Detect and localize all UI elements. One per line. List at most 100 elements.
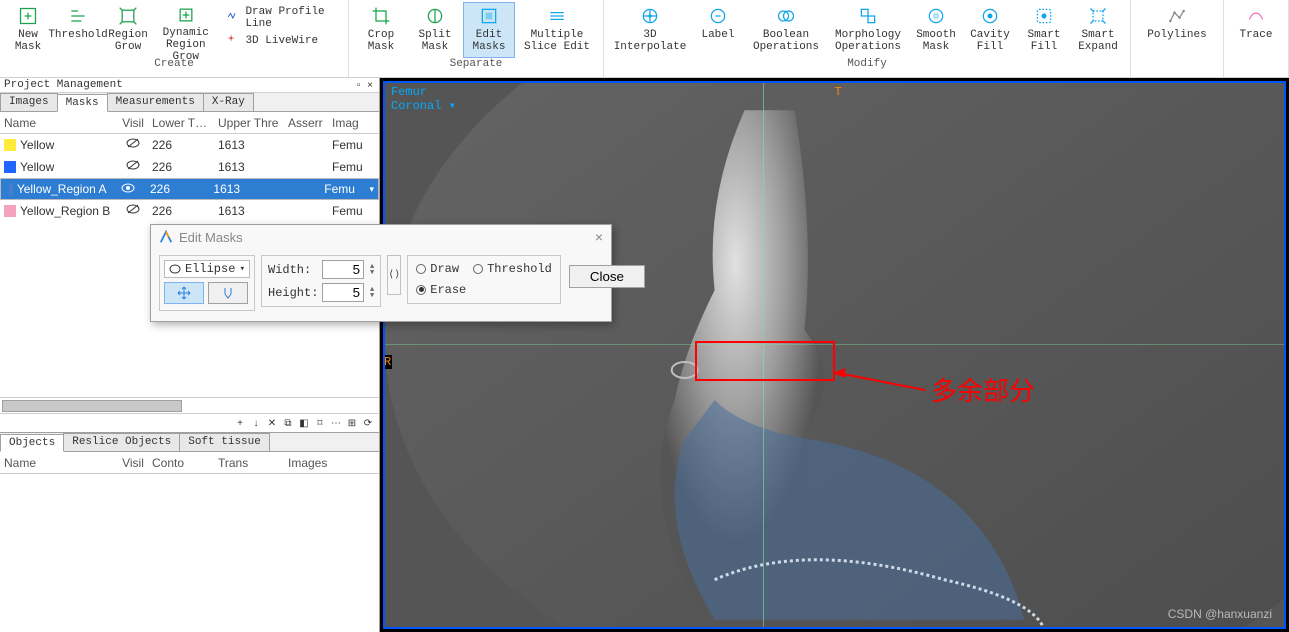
ribbon-label: Region Grow — [108, 29, 148, 53]
panel-tool-icon[interactable]: ↓ — [249, 416, 263, 430]
panel-tool-icon[interactable]: ⧉ — [281, 416, 295, 430]
link-wh-button[interactable]: ⟨⟩ — [387, 255, 401, 295]
column-header[interactable]: Asserr — [284, 116, 328, 130]
ribbon-group-title: Create — [154, 58, 194, 72]
tab-x-ray[interactable]: X-Ray — [203, 93, 254, 111]
crop-mask-button[interactable]: Crop Mask — [355, 2, 407, 58]
mask-row[interactable]: Yellow 226 1613 Femu — [0, 134, 379, 156]
venn-icon — [774, 5, 798, 27]
panel-tool-icon[interactable]: ⊞ — [345, 416, 359, 430]
zigzag-icon — [227, 11, 241, 25]
panel-tool-icon[interactable]: ⋯ — [329, 416, 343, 430]
ellipse-icon — [169, 264, 181, 274]
panel-pin-icon[interactable]: ▫ — [357, 80, 363, 91]
ribbon-label: Label — [701, 29, 734, 41]
tag-icon — [706, 5, 730, 27]
split-mask-button[interactable]: Split Mask — [409, 2, 461, 58]
smartexp-icon — [1086, 5, 1110, 27]
tab-reslice-objects[interactable]: Reslice Objects — [63, 433, 180, 451]
smart-expand-button[interactable]: Smart Expand — [1072, 2, 1124, 58]
stack-icon — [545, 5, 569, 27]
annotation-box — [695, 341, 835, 381]
pen-down-icon — [221, 286, 235, 300]
close-button[interactable]: Close — [569, 265, 645, 288]
ribbon-label: Cavity Fill — [970, 29, 1010, 53]
hscrollbar[interactable] — [0, 397, 379, 413]
visibility-toggle[interactable] — [114, 182, 142, 197]
tab-soft-tissue[interactable]: Soft tissue — [179, 433, 270, 451]
height-label: Height: — [268, 286, 316, 300]
column-header[interactable]: Name — [0, 456, 118, 470]
panel-tool-icon[interactable]: ◧ — [297, 416, 311, 430]
column-header[interactable]: Imag — [328, 116, 378, 130]
column-header[interactable]: Lower Thre — [148, 116, 214, 130]
morphology-ops-button[interactable]: Morphology Operations — [828, 2, 908, 58]
mask-row[interactable]: Yellow_Region A 226 1613 Femu — [0, 178, 379, 200]
threshold-button[interactable]: Threshold — [52, 2, 104, 58]
column-header[interactable]: Images — [284, 456, 334, 470]
cavity-fill-button[interactable]: Cavity Fill — [964, 2, 1016, 58]
tab-measurements[interactable]: Measurements — [107, 93, 204, 111]
edit-masks-dialog[interactable]: Edit Masks × Ellipse Width: ▲▼ — [150, 224, 612, 322]
tab-images[interactable]: Images — [0, 93, 58, 111]
3d-interpolate-button[interactable]: 3D Interpolate — [610, 2, 690, 58]
label-button[interactable]: Label — [692, 2, 744, 58]
height-input[interactable] — [322, 283, 364, 302]
trace-icon — [1244, 5, 1268, 27]
trace-button[interactable]: Trace — [1230, 2, 1282, 58]
visibility-toggle[interactable] — [118, 159, 148, 174]
column-header[interactable]: Trans — [214, 456, 284, 470]
draw-profile-line-button[interactable]: Draw Profile Line — [227, 6, 336, 30]
ribbon-group-title: Separate — [450, 58, 503, 72]
mode-radio-draw[interactable]: Draw — [416, 262, 459, 276]
mask-row[interactable]: Yellow 226 1613 Femu — [0, 156, 379, 178]
visibility-toggle[interactable] — [118, 137, 148, 152]
panel-close-icon[interactable]: × — [367, 80, 375, 91]
visibility-toggle[interactable] — [118, 203, 148, 218]
image-cell: Femu — [328, 204, 378, 218]
watermark: CSDN @hanxuanzi — [1168, 607, 1272, 621]
boolean-ops-button[interactable]: Boolean Operations — [746, 2, 826, 58]
panel-tool-icon[interactable]: ⌑ — [313, 416, 327, 430]
height-spinner[interactable]: ▲▼ — [370, 287, 374, 299]
expand-plus-icon — [174, 5, 198, 25]
brush-draw-button[interactable] — [208, 282, 248, 304]
smart-fill-button[interactable]: Smart Fill — [1018, 2, 1070, 58]
tab-objects[interactable]: Objects — [0, 434, 64, 452]
3d-livewire-button[interactable]: 3D LiveWire — [227, 34, 318, 48]
edit-masks-button[interactable]: Edit Masks — [463, 2, 515, 58]
region-grow-button[interactable]: Region Grow — [106, 2, 150, 58]
ribbon-label: Crop Mask — [368, 29, 394, 53]
smooth-mask-button[interactable]: Smooth Mask — [910, 2, 962, 58]
mode-radio-erase[interactable]: Erase — [416, 283, 466, 297]
dynamic-region-grow-button[interactable]: Dynamic Region Grow — [152, 2, 219, 58]
new-mask-button[interactable]: New Mask — [6, 2, 50, 58]
column-header[interactable]: Visil — [118, 456, 148, 470]
panel-tool-icon[interactable]: ✕ — [265, 416, 279, 430]
mask-row[interactable]: Yellow_Region B 226 1613 Femu — [0, 200, 379, 222]
column-header[interactable]: Name — [0, 116, 118, 130]
mode-radio-threshold[interactable]: Threshold — [473, 262, 552, 276]
width-spinner[interactable]: ▲▼ — [370, 264, 374, 276]
multiple-slice-edit-button[interactable]: Multiple Slice Edit — [517, 2, 597, 58]
morph-icon — [856, 5, 880, 27]
brush-shape-select[interactable]: Ellipse — [164, 260, 250, 278]
lower-threshold: 226 — [148, 204, 214, 218]
crop-icon — [369, 5, 393, 27]
orientation-marker-left: R — [383, 355, 392, 369]
column-header[interactable]: Conto — [148, 456, 214, 470]
tab-masks[interactable]: Masks — [57, 94, 108, 112]
brush-same-slice-button[interactable] — [164, 282, 204, 304]
panel-tool-icon[interactable]: + — [233, 416, 247, 430]
polylines-button[interactable]: Polylines — [1137, 2, 1217, 58]
ribbon-label: Threshold — [48, 29, 107, 41]
width-input[interactable] — [322, 260, 364, 279]
image-cell: Femu — [328, 138, 378, 152]
column-header[interactable]: Upper Thre — [214, 116, 284, 130]
column-header[interactable]: Visil — [118, 116, 148, 130]
lower-threshold: 226 — [148, 138, 214, 152]
viewer-plane-dropdown[interactable]: Coronal — [391, 99, 456, 113]
panel-tool-icon[interactable]: ⟳ — [361, 416, 375, 430]
upper-threshold: 1613 — [214, 204, 284, 218]
dialog-close-icon[interactable]: × — [595, 229, 603, 245]
